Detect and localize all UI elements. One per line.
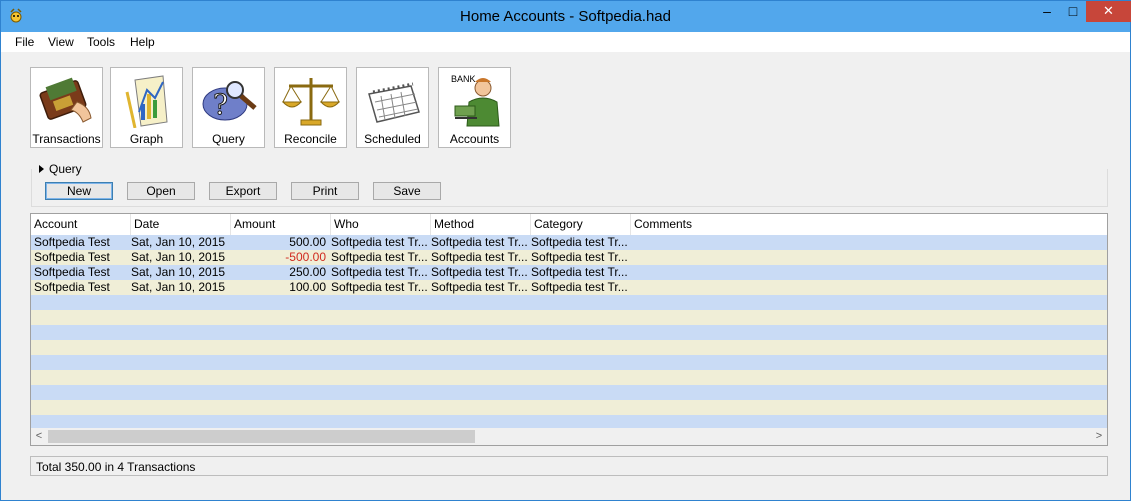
cell-method: Softpedia test Tr... (431, 250, 528, 264)
empty-row (31, 355, 1107, 370)
print-button[interactable]: Print (291, 182, 359, 200)
column-header-date[interactable]: Date (131, 214, 231, 235)
graph-button[interactable]: Graph (110, 67, 183, 148)
cell-account: Softpedia Test (34, 265, 110, 279)
cell-date: Sat, Jan 10, 2015 (131, 280, 226, 294)
table-row[interactable]: Softpedia Test Sat, Jan 10, 2015 -500.00… (31, 250, 1107, 265)
table-row[interactable]: Softpedia Test Sat, Jan 10, 2015 500.00 … (31, 235, 1107, 250)
wallet-icon (39, 77, 92, 123)
cell-category: Softpedia test Tr... (531, 280, 628, 294)
scheduled-label: Scheduled (364, 132, 421, 146)
cell-who: Softpedia test Tr... (331, 235, 428, 249)
table-row[interactable]: Softpedia Test Sat, Jan 10, 2015 250.00 … (31, 265, 1107, 280)
cell-category: Softpedia test Tr... (531, 250, 628, 264)
status-text: Total 350.00 in 4 Transactions (36, 460, 196, 474)
query-group-caption: Query (49, 162, 82, 176)
new-button[interactable]: New (45, 182, 113, 200)
horizontal-scrollbar[interactable]: < > (31, 428, 1107, 445)
table-row[interactable]: Softpedia Test Sat, Jan 10, 2015 100.00 … (31, 280, 1107, 295)
cell-who: Softpedia test Tr... (331, 250, 428, 264)
cell-amount: -500.00 (285, 250, 326, 264)
empty-row (31, 295, 1107, 310)
query-button[interactable]: ? Query (192, 67, 265, 148)
menu-file[interactable]: File (15, 35, 34, 49)
window-title: Home Accounts - Softpedia.had (460, 8, 671, 25)
reconcile-label: Reconcile (284, 132, 337, 146)
query-group-header[interactable]: Query (39, 162, 86, 176)
column-header-category[interactable]: Category (531, 214, 631, 235)
save-button[interactable]: Save (373, 182, 441, 200)
cell-account: Softpedia Test (34, 280, 110, 294)
empty-row (31, 310, 1107, 325)
column-header-account[interactable]: Account (31, 214, 131, 235)
scheduled-button[interactable]: Scheduled (356, 67, 429, 148)
cell-comments (634, 250, 1104, 265)
title-bar[interactable]: Home Accounts - Softpedia.had – □ ✕ (1, 1, 1131, 32)
cell-category: Softpedia test Tr... (531, 265, 628, 279)
empty-row (31, 400, 1107, 415)
graph-icon (125, 75, 168, 128)
empty-row (31, 385, 1107, 400)
cell-comments (634, 265, 1104, 280)
cell-amount: 500.00 (289, 235, 326, 249)
cell-method: Softpedia test Tr... (431, 280, 528, 294)
calendar-icon (368, 82, 420, 123)
cell-date: Sat, Jan 10, 2015 (131, 250, 226, 264)
graph-label: Graph (129, 132, 164, 146)
reconcile-button[interactable]: Reconcile (274, 67, 347, 148)
scroll-thumb[interactable] (48, 430, 475, 443)
transactions-label: Transactions (32, 132, 101, 146)
open-button[interactable]: Open (127, 182, 195, 200)
menu-view[interactable]: View (48, 35, 74, 49)
scroll-right-arrow-icon[interactable]: > (1091, 428, 1107, 445)
cell-who: Softpedia test Tr... (331, 280, 428, 294)
expand-triangle-icon[interactable] (39, 165, 44, 173)
cell-comments (634, 235, 1104, 250)
svg-text:BANK: BANK (451, 74, 476, 84)
cell-method: Softpedia test Tr... (431, 265, 528, 279)
status-bar: Total 350.00 in 4 Transactions (30, 456, 1108, 476)
cell-category: Softpedia test Tr... (531, 235, 628, 249)
column-header-amount[interactable]: Amount (231, 214, 331, 235)
menu-bar: File View Tools Help (1, 32, 1130, 52)
menu-help[interactable]: Help (130, 35, 155, 49)
transactions-table[interactable]: Account Date Amount Who Method Category … (30, 213, 1108, 446)
cell-date: Sat, Jan 10, 2015 (131, 235, 226, 249)
close-button[interactable]: ✕ (1086, 1, 1131, 22)
app-window: Home Accounts - Softpedia.had – □ ✕ File… (0, 0, 1131, 501)
maximize-button[interactable]: □ (1060, 1, 1086, 22)
accounts-label: Accounts (449, 132, 500, 146)
cell-comments (634, 280, 1104, 295)
column-header-who[interactable]: Who (331, 214, 431, 235)
cell-method: Softpedia test Tr... (431, 235, 528, 249)
query-label: Query (212, 132, 245, 146)
empty-row (31, 340, 1107, 355)
empty-row (31, 325, 1107, 340)
column-header-method[interactable]: Method (431, 214, 531, 235)
svg-text:?: ? (213, 88, 228, 121)
minimize-button[interactable]: – (1034, 1, 1060, 22)
export-button[interactable]: Export (209, 182, 277, 200)
menu-tools[interactable]: Tools (87, 35, 115, 49)
table-header: Account Date Amount Who Method Category … (31, 214, 1107, 235)
empty-row (31, 370, 1107, 385)
accounts-button[interactable]: BANK Accounts (438, 67, 511, 148)
cell-amount: 100.00 (289, 280, 326, 294)
column-header-comments[interactable]: Comments (631, 214, 1107, 235)
cell-amount: 250.00 (289, 265, 326, 279)
cell-account: Softpedia Test (34, 250, 110, 264)
scales-icon (281, 78, 341, 126)
transactions-button[interactable]: Transactions (30, 67, 103, 148)
cell-date: Sat, Jan 10, 2015 (131, 265, 226, 279)
cell-who: Softpedia test Tr... (331, 265, 428, 279)
query-magnifier-icon: ? (202, 81, 257, 122)
cell-account: Softpedia Test (34, 235, 110, 249)
bank-clerk-icon: BANK (451, 74, 500, 127)
scroll-left-arrow-icon[interactable]: < (31, 428, 47, 445)
